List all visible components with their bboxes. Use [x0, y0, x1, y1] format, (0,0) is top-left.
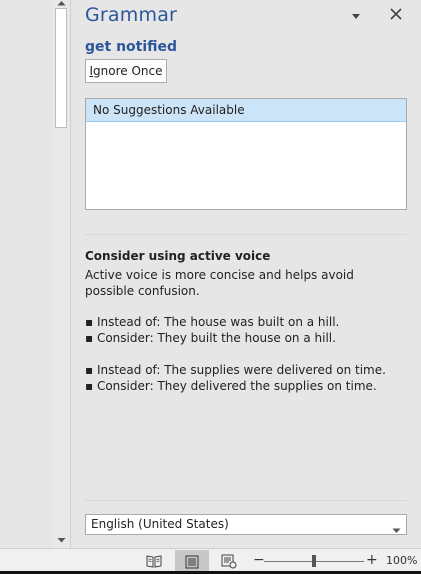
grammar-pane: Grammar get notified Ignore Once No Sugg… — [71, 0, 421, 548]
print-layout-button[interactable] — [175, 550, 209, 572]
example-line: ▪ Consider: They delivered the supplies … — [85, 379, 377, 393]
zoom-in-button[interactable]: + — [366, 552, 378, 568]
scroll-down-arrow-icon[interactable] — [53, 532, 70, 548]
scroll-up-arrow-icon[interactable] — [53, 0, 70, 8]
scrollbar-thumb[interactable] — [55, 8, 67, 128]
suggestions-list[interactable]: No Suggestions Available — [85, 98, 407, 210]
flagged-text: get notified — [85, 39, 178, 55]
language-dropdown[interactable]: English (United States) — [85, 514, 407, 535]
pane-options-icon[interactable] — [349, 8, 363, 20]
pane-title: Grammar — [85, 4, 178, 26]
web-layout-icon[interactable] — [221, 554, 237, 569]
section-divider — [85, 234, 407, 235]
document-scrollbar[interactable] — [53, 0, 71, 548]
language-value: English (United States) — [91, 517, 229, 531]
ignore-once-label: gnore Once — [93, 64, 163, 78]
explanation-title: Consider using active voice — [85, 249, 271, 263]
zoom-percentage[interactable]: 100% — [386, 554, 417, 567]
dropdown-chevron-icon — [392, 521, 401, 540]
explanation-body: Active voice is more concise and helps a… — [85, 268, 354, 298]
zoom-slider-thumb[interactable] — [312, 555, 316, 567]
zoom-out-button[interactable]: − — [253, 552, 265, 568]
close-icon[interactable] — [389, 6, 403, 20]
ignore-once-button[interactable]: Ignore Once — [85, 59, 167, 83]
example-line: ▪ Instead of: The supplies were delivere… — [85, 363, 386, 377]
section-divider — [85, 500, 407, 501]
suggestion-item[interactable]: No Suggestions Available — [86, 99, 406, 122]
example-line: ▪ Instead of: The house was built on a h… — [85, 315, 340, 329]
example-line: ▪ Consider: They built the house on a hi… — [85, 331, 336, 345]
read-mode-icon[interactable] — [146, 554, 162, 569]
